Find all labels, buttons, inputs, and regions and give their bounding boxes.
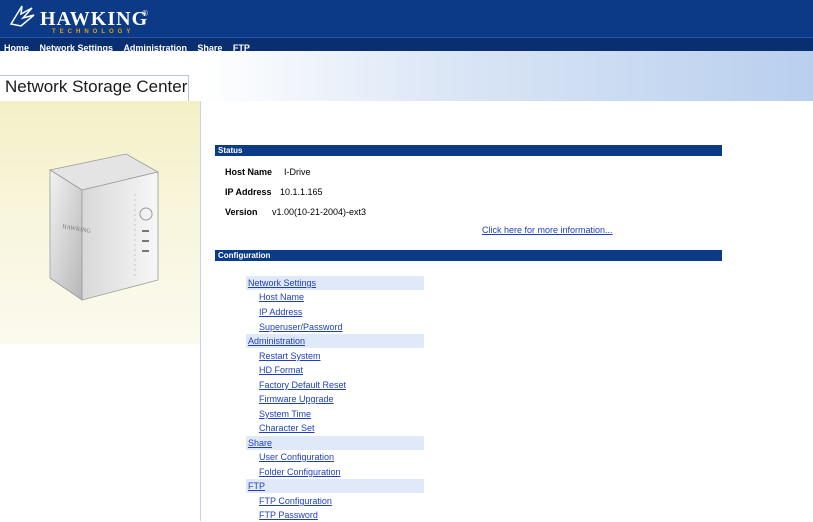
brand-subtitle: TECHNOLOGY: [52, 29, 135, 35]
registered-mark: ®: [142, 9, 148, 18]
config-folder-configuration[interactable]: Folder Configuration: [246, 465, 424, 479]
left-divider: [200, 344, 201, 521]
header-banner: HAWKING TECHNOLOGY ®: [0, 0, 813, 37]
config-ip-address[interactable]: IP Address: [246, 305, 424, 319]
config-host-name[interactable]: Host Name: [246, 290, 424, 304]
wing-icon: [9, 5, 35, 27]
config-ftp-configuration[interactable]: FTP Configuration: [246, 494, 424, 508]
config-ftp-password[interactable]: FTP Password: [246, 508, 424, 522]
configuration-section-header: Configuration: [215, 250, 722, 261]
host-name-label: Host Name: [225, 167, 273, 177]
version-label: Version: [225, 207, 258, 217]
config-share[interactable]: Share: [246, 436, 424, 450]
title-box-border: [0, 75, 189, 102]
config-administration[interactable]: Administration: [246, 334, 424, 348]
config-ftp[interactable]: FTP: [246, 479, 424, 493]
ip-address-label: IP Address: [225, 187, 272, 197]
host-name-value: I-Drive: [284, 167, 311, 177]
ip-address-value: 10.1.1.165: [280, 187, 323, 197]
config-character-set[interactable]: Character Set: [246, 421, 424, 435]
config-network-settings[interactable]: Network Settings: [246, 276, 424, 290]
top-nav: Home Network Settings Administration Sha…: [0, 37, 813, 53]
config-system-time[interactable]: System Time: [246, 407, 424, 421]
version-value: v1.00(10-21-2004)-ext3: [272, 207, 367, 217]
status-section-header: Status: [215, 145, 722, 156]
config-restart-system[interactable]: Restart System: [246, 349, 424, 363]
nas-device-image: HAWKING: [48, 153, 160, 301]
more-information-link[interactable]: Click here for more information...: [482, 225, 613, 235]
config-firmware-upgrade[interactable]: Firmware Upgrade: [246, 392, 424, 406]
config-superuser-password[interactable]: Superuser/Password: [246, 320, 424, 334]
brand-name: HAWKING: [40, 8, 149, 30]
config-factory-default-reset[interactable]: Factory Default Reset: [246, 378, 424, 392]
config-user-configuration[interactable]: User Configuration: [246, 450, 424, 464]
config-hd-format[interactable]: HD Format: [246, 363, 424, 377]
